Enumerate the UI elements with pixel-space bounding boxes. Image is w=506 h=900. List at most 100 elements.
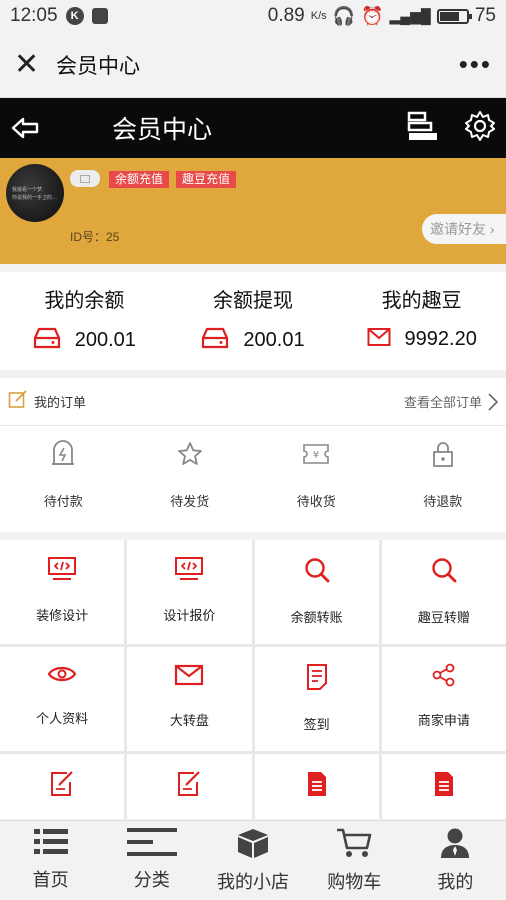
more-icon[interactable]: ••• (459, 49, 492, 80)
code-monitor-icon (174, 557, 204, 586)
svg-text:¥: ¥ (313, 450, 319, 461)
app-header: 会员中心 (0, 98, 506, 158)
balance-label: 余额提现 (213, 290, 293, 312)
webview-title: 会员中心 (56, 54, 140, 78)
avatar[interactable]: 我最看一个梦, 你说我的一手卫的… (6, 164, 64, 222)
lock-icon (429, 442, 457, 472)
wallet-icon (201, 327, 229, 354)
menu-item-label: 装修设计 (36, 608, 89, 623)
bottom-nav: 首页 分类 我的小店 购物车 我的 (0, 820, 506, 900)
menu-item[interactable]: 趣豆转赠 (381, 540, 506, 644)
order-status-item[interactable]: 待发货 (127, 426, 254, 532)
file-icon (306, 772, 328, 802)
menu-item-label: 余额转账 (290, 610, 343, 625)
menu-item[interactable]: 商家申请 (381, 647, 506, 751)
menu-item[interactable]: 设计报价 (127, 540, 252, 644)
profile-card: 我最看一个梦, 你说我的一手卫的… 余额充值 趣豆充值 ID号：25 邀请好友 … (0, 158, 506, 264)
envelope-icon (174, 664, 204, 691)
feature-grid: 装修设计 设计报价 余额转账 趣豆转赠个人资料 大转盘 签到 商家申请 (0, 540, 506, 819)
pay-icon (49, 440, 77, 472)
notification-icon (91, 8, 108, 24)
orders-title: 我的订单 (34, 395, 87, 410)
ranking-icon[interactable] (406, 110, 440, 147)
nav-category[interactable]: 分类 (101, 821, 202, 900)
menu-item-label: 设计报价 (163, 608, 216, 623)
menu-item-label: 个人资料 (36, 711, 89, 726)
order-status-item[interactable]: 待退款 (380, 426, 506, 532)
menu-item-label: 趣豆转赠 (417, 610, 470, 625)
recharge-beans-button[interactable]: 趣豆充值 (176, 171, 237, 188)
search-icon (430, 558, 458, 588)
menu-item[interactable]: 个人资料 (0, 647, 125, 751)
settings-gear-icon[interactable] (464, 110, 496, 147)
list-icon (32, 829, 70, 861)
orders-header: 我的订单 查看全部订单 (0, 378, 506, 426)
recharge-balance-button[interactable]: 余额充值 (109, 171, 170, 188)
back-arrow-icon[interactable] (10, 113, 40, 143)
balance-value: 200.01 (74, 329, 136, 351)
order-status-item[interactable]: 待付款 (0, 426, 127, 532)
view-all-orders-link[interactable]: 查看全部订单 (404, 392, 498, 411)
nav-me[interactable]: 我的 (405, 821, 506, 900)
balance-value: 200.01 (243, 329, 305, 351)
menu-item[interactable] (0, 754, 125, 819)
nav-home[interactable]: 首页 (0, 821, 101, 900)
nav-cart[interactable]: 购物车 (304, 821, 405, 900)
search-icon (303, 558, 331, 588)
signal-icon: ▂▄▆█ (389, 7, 431, 24)
headset-icon: 🎧 (332, 5, 356, 26)
alarm-icon: ⏰ (361, 5, 384, 26)
balance-item[interactable]: 我的余额 200.01 (0, 272, 169, 370)
user-id: ID号：25 (70, 230, 120, 244)
status-time: 12:05 (10, 5, 58, 26)
code-monitor-icon (47, 557, 77, 586)
balance-item[interactable]: 余额提现 200.01 (169, 272, 338, 370)
user-icon (439, 828, 471, 863)
file-icon (433, 772, 455, 802)
chevron-right-icon (488, 392, 498, 411)
menu-item-label: 大转盘 (169, 713, 209, 728)
balance-summary: 我的余额 200.01 余额提现 200.01 我的趣豆 9992.20 (0, 272, 506, 370)
menu-item[interactable] (254, 754, 379, 819)
status-bar: 12:05 K 0.89 K/s 🎧 ⏰ ▂▄▆█ 75 (0, 0, 506, 32)
invite-friends-button[interactable]: 邀请好友 › (422, 214, 506, 244)
menu-item[interactable] (381, 754, 506, 819)
menu-lines-icon (126, 828, 178, 861)
edit-order-icon (8, 389, 28, 414)
page-title: 会员中心 (112, 116, 213, 144)
star-icon (176, 442, 204, 472)
cart-icon (336, 828, 372, 863)
chevron-right-icon: › (489, 221, 495, 237)
menu-item[interactable] (127, 754, 252, 819)
edit-icon (49, 771, 75, 802)
battery-level: 75 (474, 5, 496, 26)
battery-icon (436, 8, 472, 24)
webview-header: ✕ 会员中心 ••• (0, 32, 506, 98)
ticket-icon: ¥ (301, 444, 331, 472)
balance-value: 9992.20 (404, 328, 477, 350)
net-speed: 0.89 (267, 5, 305, 26)
wallet-icon (33, 327, 61, 354)
menu-item[interactable]: 签到 (254, 647, 379, 751)
balance-label: 我的趣豆 (381, 290, 462, 312)
eye-icon (47, 666, 77, 689)
nav-my-shop[interactable]: 我的小店 (202, 821, 303, 900)
member-level-icon (70, 170, 100, 187)
document-icon (305, 664, 329, 695)
app-k-icon: K (65, 7, 84, 25)
share-icon (431, 663, 457, 691)
box-icon (236, 829, 270, 863)
menu-item[interactable]: 装修设计 (0, 540, 125, 644)
menu-item[interactable]: 大转盘 (127, 647, 252, 751)
balance-item[interactable]: 我的趣豆 9992.20 (337, 272, 506, 370)
balance-label: 我的余额 (44, 290, 125, 312)
menu-item[interactable]: 余额转账 (254, 540, 379, 644)
menu-item-label: 签到 (303, 717, 330, 732)
close-icon[interactable]: ✕ (14, 49, 46, 80)
envelope-icon (367, 327, 391, 352)
menu-item-label: 商家申请 (417, 713, 470, 728)
order-status-row: 待付款 待发货 ¥ 待收货 待退款 (0, 426, 506, 532)
net-unit: K/s (310, 10, 327, 22)
edit-icon (176, 771, 202, 802)
order-status-item[interactable]: ¥ 待收货 (253, 426, 380, 532)
